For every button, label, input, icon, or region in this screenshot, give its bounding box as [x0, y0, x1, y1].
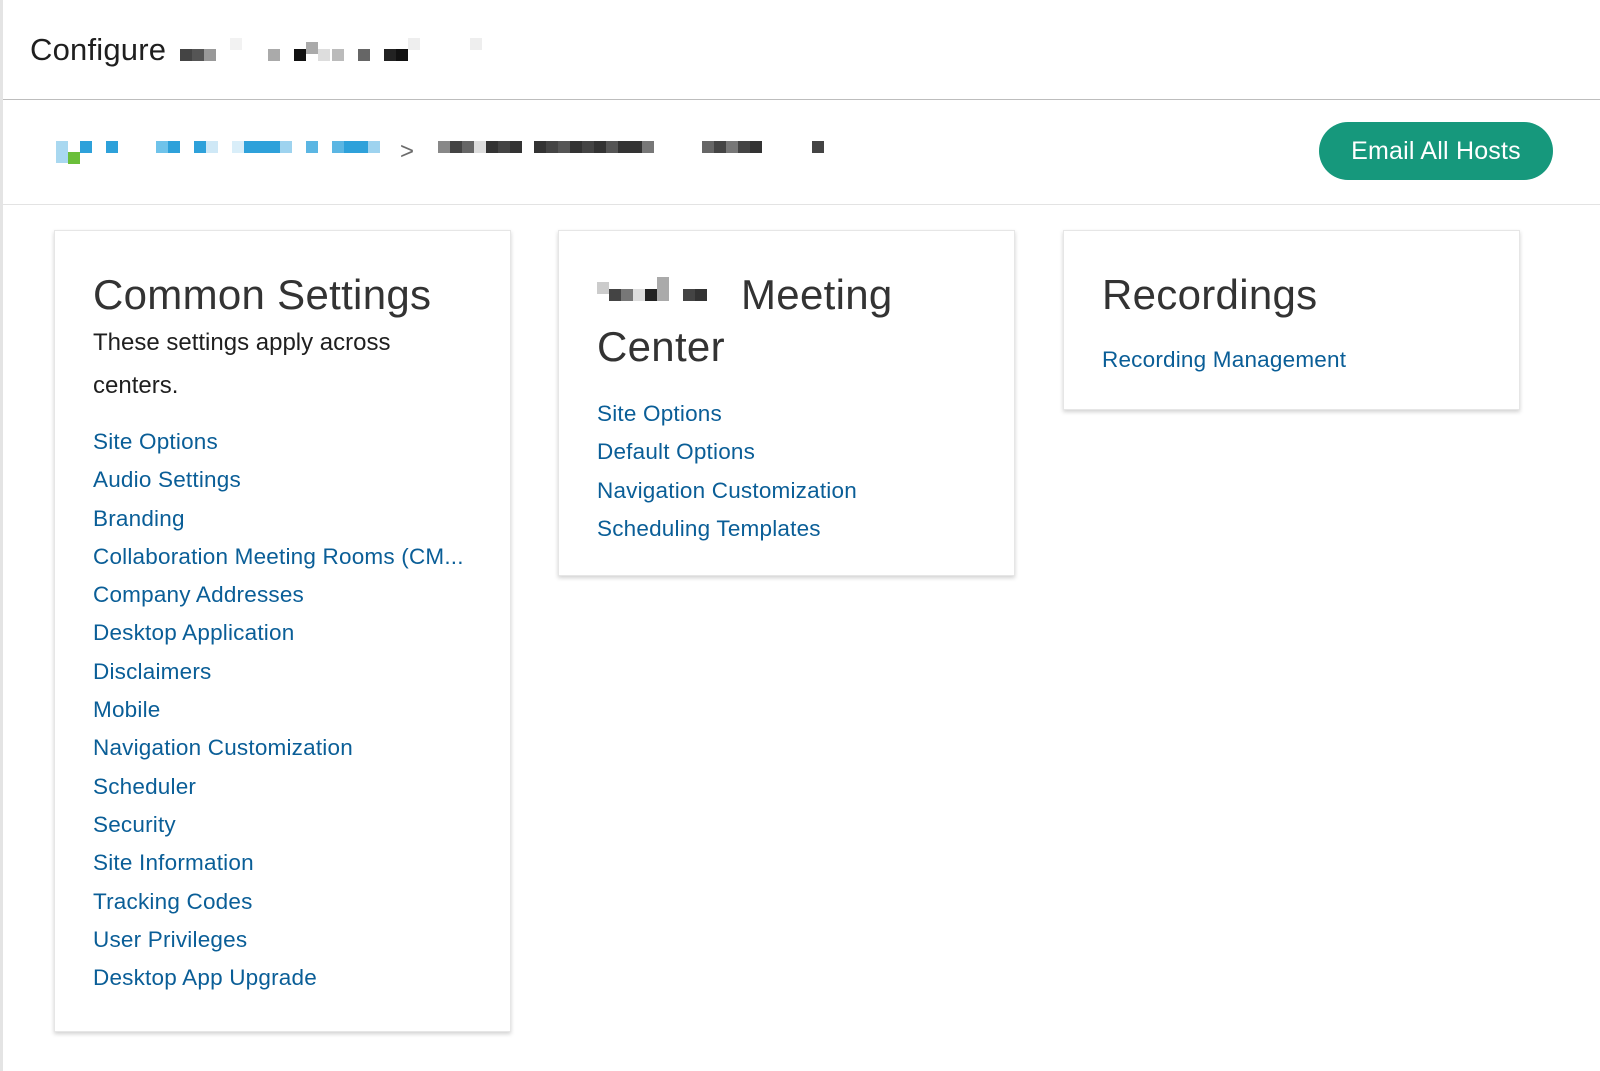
common-settings-description: These settings apply across centers. [93, 329, 391, 399]
link-scheduler[interactable]: Scheduler [93, 774, 196, 799]
mc-link-navigation-customization[interactable]: Navigation Customization [597, 478, 857, 503]
redacted-brand-name [597, 277, 707, 310]
redacted-site-name [180, 35, 483, 65]
breadcrumb: > Email All Hosts [3, 100, 1600, 205]
link-branding[interactable]: Branding [93, 506, 185, 531]
meeting-center-links: Site Options Default Options Navigation … [597, 395, 976, 548]
meeting-center-title-line2: Center [597, 323, 725, 370]
link-site-information[interactable]: Site Information [93, 850, 254, 875]
mc-link-scheduling-templates[interactable]: Scheduling Templates [597, 516, 821, 541]
link-mobile[interactable]: Mobile [93, 697, 160, 722]
common-settings-title: Common Settings [93, 271, 432, 318]
page-title: Configure [30, 31, 167, 67]
recordings-links: Recording Management [1102, 341, 1481, 379]
link-desktop-application[interactable]: Desktop Application [93, 620, 294, 645]
email-all-hosts-button[interactable]: Email All Hosts [1319, 122, 1553, 180]
common-settings-card: Common Settings These settings apply acr… [54, 230, 511, 1032]
meeting-center-title: Meeting [741, 271, 893, 318]
breadcrumb-current [438, 137, 825, 167]
recordings-card: Recordings Recording Management [1063, 230, 1520, 410]
link-security[interactable]: Security [93, 812, 176, 837]
link-navigation-customization[interactable]: Navigation Customization [93, 735, 353, 760]
link-audio-settings[interactable]: Audio Settings [93, 467, 241, 492]
mc-link-site-options[interactable]: Site Options [597, 401, 722, 426]
mc-link-default-options[interactable]: Default Options [597, 439, 755, 464]
link-site-options[interactable]: Site Options [93, 429, 218, 454]
configure-page: Configure > Email All Hosts Common Setti… [0, 0, 1600, 1071]
link-tracking-codes[interactable]: Tracking Codes [93, 889, 253, 914]
link-disclaimers[interactable]: Disclaimers [93, 659, 211, 684]
common-settings-links: Site Options Audio Settings Branding Col… [93, 423, 472, 997]
link-recording-management[interactable]: Recording Management [1102, 347, 1346, 372]
page-header: Configure [3, 0, 1600, 100]
meeting-center-card: Meeting Center Site Options Default Opti… [558, 230, 1015, 576]
chevron-right-icon: > [400, 138, 415, 165]
link-company-addresses[interactable]: Company Addresses [93, 582, 304, 607]
link-collaboration-meeting-rooms[interactable]: Collaboration Meeting Rooms (CM... [93, 544, 464, 569]
meeting-center-title-row: Meeting [597, 269, 976, 321]
link-user-privileges[interactable]: User Privileges [93, 927, 247, 952]
link-desktop-app-upgrade[interactable]: Desktop App Upgrade [93, 965, 317, 990]
breadcrumb-parent-link[interactable] [56, 137, 380, 167]
recordings-title: Recordings [1102, 271, 1318, 318]
